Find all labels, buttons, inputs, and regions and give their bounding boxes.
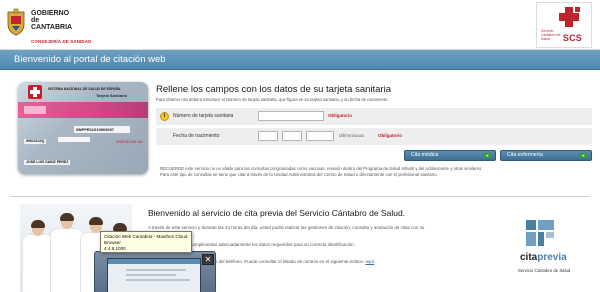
section-divider xyxy=(10,196,590,197)
birth-date-required: Obligatorio xyxy=(378,133,402,138)
cita-word: cita xyxy=(520,252,538,263)
cita-previa-logo: citaprevia Servicio Cántabro de Salud xyxy=(514,216,586,282)
note-line: Para este tipo de consultas se tiene que… xyxy=(160,171,438,177)
card-subtitle: Tarjeta Sanitaria xyxy=(96,93,127,98)
cita-medica-button[interactable]: Cita médica ➜ xyxy=(404,150,496,161)
cita-enfermeria-button[interactable]: Cita enfermería ➜ xyxy=(500,150,592,161)
doctor-hair xyxy=(89,217,103,225)
login-section: SISTEMA NACIONAL DE SALUD DE ESPAÑA Tarj… xyxy=(8,72,592,194)
thumbnail-line xyxy=(126,274,176,276)
scs-logo[interactable]: Servicio Cántabro de Salud SCS xyxy=(536,2,592,48)
thumbnail-line xyxy=(126,269,186,271)
thumbnail-header xyxy=(108,259,200,264)
gov-line-3: CANTABRIA xyxy=(31,24,73,31)
service-notes: RECUERDE este servicio no es válido para… xyxy=(160,166,590,177)
arrow-right-icon: ➜ xyxy=(483,153,491,158)
doctor-hair xyxy=(60,213,74,221)
cita-previa-subtitle: Servicio Cántabro de Salud xyxy=(518,268,571,273)
health-card-image: SISTEMA NACIONAL DE SALUD DE ESPAÑA Tarj… xyxy=(18,82,148,174)
tooltip-title: Citación Web Cantabria - Maxthon Cloud B… xyxy=(104,234,188,245)
card-holder-name: JOSE LUIS SAINZ PEREZ xyxy=(24,160,71,165)
birth-date-row: Fecha de nacimiento dd/mm/aaaa Obligator… xyxy=(156,128,592,145)
card-tag xyxy=(24,106,46,114)
birth-year-input[interactable] xyxy=(306,131,334,141)
centers-link[interactable]: aquí xyxy=(365,259,374,264)
card-number: SNPPR11010903007 xyxy=(74,126,130,133)
welcome-heading: Bienvenido al servicio de cita previa de… xyxy=(148,208,406,218)
info-icon[interactable]: i xyxy=(160,112,169,121)
date-format-hint: dd/mm/aaaa xyxy=(339,133,365,138)
card-number-input[interactable] xyxy=(258,111,324,121)
close-icon[interactable]: ✕ xyxy=(202,254,214,265)
card-number-row: i Número de tarjeta sanitaria Obligatori… xyxy=(156,108,592,125)
welcome-text-1: A través de este servicio y durante las … xyxy=(148,225,425,230)
doctor-hair xyxy=(31,220,45,228)
taskbar-window-preview[interactable]: ✕ xyxy=(94,251,216,292)
scs-small-text: Servicio Cántabro de Salud xyxy=(541,29,561,41)
birth-month-input[interactable] xyxy=(282,131,302,141)
doctor-figure xyxy=(50,228,84,292)
arrow-right-icon: ➜ xyxy=(579,153,587,158)
birth-date-label: Fecha de nacimiento xyxy=(173,133,220,139)
cita-enfermeria-label: Cita enfermería xyxy=(507,152,543,158)
thumbnail-line xyxy=(126,279,190,281)
cita-medica-label: Cita médica xyxy=(411,152,439,158)
card-number-label: Número de tarjeta sanitaria xyxy=(173,113,234,119)
window-thumbnail[interactable] xyxy=(107,258,201,292)
form-intro: Para obtener cita deberá introducir el N… xyxy=(156,97,389,102)
gov-name: GOBIERNO de CANTABRIA xyxy=(31,10,72,31)
gobierno-cantabria-logo[interactable]: GOBIERNO de CANTABRIA CONSEJERÍA DE SANI… xyxy=(6,6,126,46)
welcome-section: Bienvenido al servicio de cita previa de… xyxy=(0,198,600,292)
doctor-hair xyxy=(113,223,127,231)
cita-previa-wordmark: citaprevia xyxy=(520,252,567,263)
birth-day-input[interactable] xyxy=(258,131,278,141)
previa-word: previa xyxy=(537,252,567,263)
gov-line-2: de xyxy=(31,17,40,24)
gov-line-1: GOBIERNO xyxy=(31,10,70,17)
tooltip-version: 4.4.8.1000 xyxy=(104,245,126,251)
title-bar: Bienvenido al portal de citación web xyxy=(0,50,600,70)
welcome-text-2: tarjeta sanitaria para cumplimentar adec… xyxy=(148,242,355,247)
card-logo-icon xyxy=(28,85,42,99)
card-title: SISTEMA NACIONAL DE SALUD DE ESPAÑA xyxy=(48,87,121,91)
coat-of-arms-icon xyxy=(7,8,25,36)
gov-department: CONSEJERÍA DE SANIDAD xyxy=(31,39,92,44)
site-header: GOBIERNO de CANTABRIA CONSEJERÍA DE SANI… xyxy=(0,0,600,50)
window-tooltip: Citación Web Cantabria - Maxthon Cloud B… xyxy=(100,231,192,253)
form-heading: Rellene los campos con los datos de su t… xyxy=(156,84,391,95)
card-emboss xyxy=(58,137,90,142)
scs-logo-text: SCS xyxy=(562,33,582,43)
page-title: Bienvenido al portal de citación web xyxy=(14,54,166,65)
cita-previa-mark-icon xyxy=(526,220,554,246)
card-emergency: URGENCIAS 061 xyxy=(116,140,143,144)
card-code: 99510133Q xyxy=(24,139,47,144)
card-number-required: Obligatorio xyxy=(328,113,352,118)
